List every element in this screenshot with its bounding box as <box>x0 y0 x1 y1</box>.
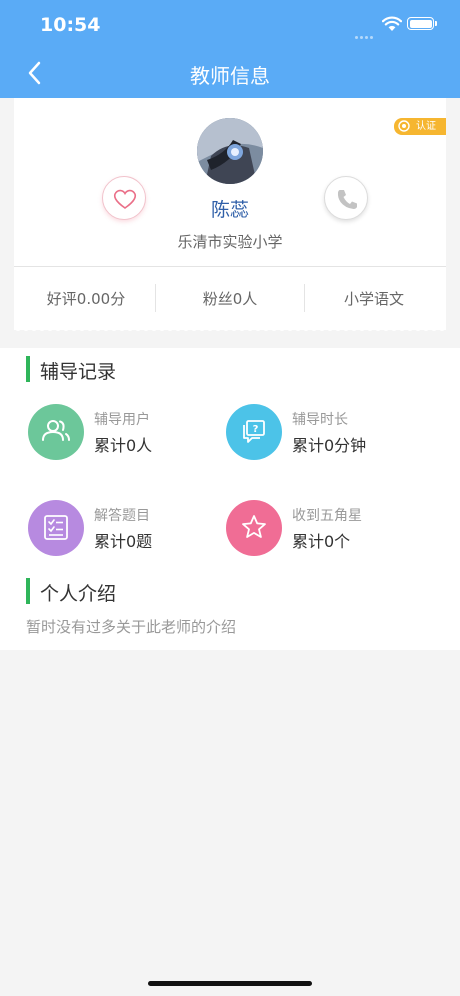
checklist-icon <box>44 515 68 540</box>
divider <box>155 284 156 312</box>
status-time: 10:54 <box>40 14 101 36</box>
intro-title: 个人介绍 <box>40 583 117 605</box>
verified-icon <box>398 120 410 132</box>
tutoring-section: 辅导记录 辅导用户 累计0人 ? 辅导时长 累计0分钟 解答题目 累计0题 收到… <box>0 348 460 650</box>
svg-text:?: ? <box>253 424 259 435</box>
profile-card: 认证 陈蕊 乐清市实验小学 好评0.00分 粉丝0人 小学语文 <box>14 98 446 330</box>
stars-received-item: 收到五角星 累计0个 <box>226 500 426 560</box>
verified-badge: 认证 <box>394 118 446 135</box>
school-name: 乐清市实验小学 <box>177 233 283 251</box>
followers-stat: 粉丝0人 <box>202 290 258 308</box>
signal-icon <box>355 24 377 39</box>
stat-label: 辅导时长 <box>292 412 348 428</box>
intro-text: 暂时没有过多关于此老师的介绍 <box>26 618 237 636</box>
rating-stat: 好评0.00分 <box>46 290 126 308</box>
tutoring-title: 辅导记录 <box>40 361 117 383</box>
phone-icon <box>337 190 357 209</box>
section-marker <box>26 578 30 604</box>
stat-value: 累计0题 <box>94 532 153 551</box>
tutoring-duration-item: ? 辅导时长 累计0分钟 <box>226 404 426 464</box>
stat-label: 收到五角星 <box>292 508 362 524</box>
verified-label: 认证 <box>416 121 436 132</box>
star-icon <box>242 515 266 538</box>
stat-label: 解答题目 <box>94 508 150 524</box>
answered-questions-item: 解答题目 累计0题 <box>28 500 228 560</box>
divider <box>14 266 446 267</box>
tutored-users-item: 辅导用户 累计0人 <box>28 404 228 464</box>
section-marker <box>26 356 30 382</box>
avatar-image <box>197 118 263 184</box>
stat-label: 辅导用户 <box>94 412 150 428</box>
star-icon-circle <box>226 500 282 556</box>
battery-icon <box>407 17 437 30</box>
users-icon <box>42 420 70 441</box>
avatar[interactable] <box>197 118 263 184</box>
stat-value: 累计0分钟 <box>292 436 367 455</box>
page-title: 教师信息 <box>190 64 270 88</box>
subject-stat: 小学语文 <box>343 290 404 308</box>
home-indicator <box>148 981 312 986</box>
call-button[interactable] <box>324 176 368 220</box>
question-chat-icon: ? <box>243 420 265 443</box>
top-bar: 10:54 教师信息 <box>0 0 460 98</box>
teacher-name: 陈蕊 <box>210 199 249 221</box>
stat-value: 累计0个 <box>292 532 351 551</box>
question-chat-icon-circle: ? <box>226 404 282 460</box>
wifi-icon <box>382 16 402 31</box>
card-scalloped-edge <box>14 326 446 331</box>
stat-value: 累计0人 <box>94 436 153 455</box>
checklist-icon-circle <box>28 500 84 556</box>
users-icon-circle <box>28 404 84 460</box>
